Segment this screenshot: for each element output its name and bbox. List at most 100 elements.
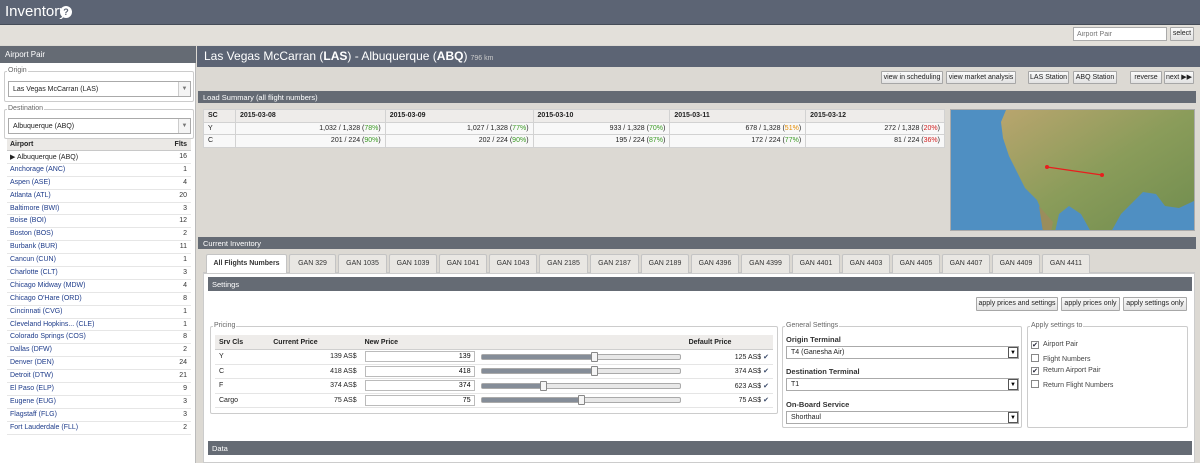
tab-flight[interactable]: GAN 4405 <box>892 254 940 273</box>
next-button[interactable]: next ▶▶ <box>1164 71 1194 84</box>
airport-table: Airport Flts ▶ Albuquerque (ABQ) 16 Anchor… <box>7 139 191 435</box>
airport-column-header: Airport <box>10 141 34 148</box>
airport-row[interactable]: Anchorage (ANC) 1 <box>7 164 191 177</box>
apply-to-option[interactable]: ✔ Airport Pair <box>1031 341 1078 349</box>
price-slider-handle[interactable] <box>539 380 547 391</box>
airport-row[interactable]: Charlotte (CLT) 3 <box>7 267 191 280</box>
airport-name: Colorado Springs (COS) <box>10 333 86 341</box>
airport-row[interactable]: Cancun (CUN) 1 <box>7 254 191 268</box>
apply-settings-only-button[interactable]: apply settings only <box>1123 297 1187 311</box>
airport-row[interactable]: Atlanta (ATL) 20 <box>7 190 191 203</box>
tab-flight[interactable]: GAN 329 <box>289 254 336 273</box>
price-slider-handle[interactable] <box>591 351 599 362</box>
airport-row[interactable]: Baltimore (BWI) 3 <box>7 203 191 216</box>
apply-to-checkbox[interactable]: ✔ <box>1031 367 1039 375</box>
price-slider[interactable] <box>480 395 681 406</box>
apply-to-option[interactable]: Flight Numbers <box>1031 354 1090 363</box>
abq-station-button[interactable]: ABQ Station <box>1073 71 1117 84</box>
new-price-input[interactable] <box>364 394 475 406</box>
onboard-service-select[interactable]: Shorthaul ▼ <box>786 411 1019 424</box>
checkmark-icon[interactable]: ✔ <box>761 397 769 404</box>
price-slider-handle[interactable] <box>591 366 599 377</box>
toolbar <box>0 25 1200 45</box>
tab-flight[interactable]: GAN 1039 <box>389 254 437 273</box>
destination-select[interactable]: Albuquerque (ABQ) ▼ <box>8 118 191 134</box>
apply-to-checkbox[interactable]: ✔ <box>1031 341 1039 349</box>
pricing-legend: Pricing <box>213 322 237 329</box>
airport-row[interactable]: Denver (DEN) 24 <box>7 357 191 371</box>
tab-flight[interactable]: GAN 4407 <box>942 254 990 273</box>
apply-prices-and-settings-button[interactable]: apply prices and settings <box>976 297 1058 311</box>
apply-to-checkbox[interactable] <box>1031 380 1039 388</box>
load-close-paren: ) <box>663 137 666 145</box>
airport-row[interactable]: Detroit (DTW) 21 <box>7 370 191 384</box>
tab-all-flight-numbers[interactable]: All Flights Numbers <box>206 254 287 274</box>
airport-row[interactable]: Cleveland Hopkins... (CLE) 1 <box>7 319 191 332</box>
airport-row[interactable]: Colorado Springs (COS) 8 <box>7 331 191 345</box>
airport-row[interactable]: Burbank (BUR) 11 <box>7 241 191 255</box>
origin-terminal-select[interactable]: T4 (Ganesha Air) ▼ <box>786 346 1019 359</box>
reverse-button[interactable]: reverse <box>1130 71 1162 84</box>
select-button[interactable]: select <box>1170 27 1194 41</box>
load-close-paren: ) <box>526 137 529 145</box>
airport-row[interactable]: Chicago O'Hare (ORD) 8 <box>7 293 191 306</box>
apply-to-option[interactable]: Return Flight Numbers <box>1031 380 1113 389</box>
load-value: 172 / 224 ( <box>751 137 785 145</box>
airport-row[interactable]: Flagstaff (FLG) 3 <box>7 409 191 422</box>
tab-flight[interactable]: GAN 2185 <box>539 254 588 273</box>
tab-flight[interactable]: GAN 1043 <box>489 254 537 273</box>
airport-name: Eugene (EUG) <box>10 397 56 405</box>
airport-row[interactable]: Boise (BOI) 12 <box>7 215 191 229</box>
airport-row[interactable]: Aspen (ASE) 4 <box>7 177 191 190</box>
view-market-analysis-button[interactable]: view market analysis <box>946 71 1016 84</box>
new-price-input[interactable] <box>364 365 475 377</box>
tab-flight[interactable]: GAN 4403 <box>842 254 890 273</box>
las-station-button[interactable]: LAS Station <box>1028 71 1069 84</box>
route-title-dest-code: ABQ <box>436 49 464 63</box>
route-map[interactable] <box>950 109 1195 231</box>
airport-row[interactable]: Boston (BOS) 2 <box>7 228 191 242</box>
airport-flight-count: 3 <box>183 410 187 418</box>
airport-row[interactable]: Cincinnati (CVG) 1 <box>7 306 191 319</box>
load-percentage: 20% <box>923 124 938 132</box>
tab-flight[interactable]: GAN 4401 <box>792 254 840 273</box>
new-price-input[interactable] <box>364 380 475 392</box>
tab-flight[interactable]: GAN 2187 <box>590 254 639 273</box>
route-title-dest-name: ) - Albuquerque ( <box>347 49 437 63</box>
view-scheduling-button[interactable]: view in scheduling <box>881 71 943 84</box>
airport-row[interactable]: Dallas (DFW) 2 <box>7 344 191 358</box>
destination-terminal-select[interactable]: T1 ▼ <box>786 378 1019 391</box>
airport-row[interactable]: ▶ Albuquerque (ABQ) 16 <box>7 151 191 164</box>
airport-row[interactable]: Fort Lauderdale (FLL) 2 <box>7 422 191 435</box>
airport-row[interactable]: El Paso (ELP) 9 <box>7 383 191 396</box>
airport-row[interactable]: Chicago Midway (MDW) 4 <box>7 280 191 293</box>
apply-prices-only-button[interactable]: apply prices only <box>1061 297 1120 311</box>
airport-row[interactable]: Eugene (EUG) 3 <box>7 396 191 409</box>
help-icon[interactable]: ? <box>60 6 72 18</box>
tab-flight[interactable]: GAN 1035 <box>338 254 387 273</box>
origin-select[interactable]: Las Vegas McCarran (LAS) ▼ <box>8 81 191 97</box>
checkmark-icon[interactable]: ✔ <box>761 383 769 390</box>
checkmark-icon[interactable]: ✔ <box>761 354 769 361</box>
tab-flight[interactable]: GAN 4399 <box>741 254 790 273</box>
new-price-input[interactable] <box>364 351 475 363</box>
tab-flight[interactable]: GAN 2189 <box>641 254 689 273</box>
price-slider[interactable] <box>480 351 681 362</box>
data-header: Data <box>208 441 1192 455</box>
apply-to-checkbox[interactable] <box>1031 354 1039 362</box>
onboard-service-value: Shorthaul <box>791 414 821 421</box>
price-slider-handle[interactable] <box>577 395 585 406</box>
airport-pair-search-input[interactable] <box>1073 27 1167 41</box>
tab-flight[interactable]: GAN 4396 <box>691 254 739 273</box>
load-value: 195 / 224 ( <box>615 137 649 145</box>
tab-flight[interactable]: GAN 4411 <box>1042 254 1090 273</box>
service-class: Y <box>215 349 270 365</box>
tab-flight[interactable]: GAN 4409 <box>992 254 1040 273</box>
load-cell: 202 / 224 (90%) <box>384 134 534 148</box>
checkmark-icon[interactable]: ✔ <box>761 368 769 375</box>
apply-to-option[interactable]: ✔ Return Airport Pair <box>1031 367 1101 375</box>
pricing-row: Cargo75 AS$75 AS$ ✔ <box>215 393 773 408</box>
price-slider[interactable] <box>480 366 681 377</box>
tab-flight[interactable]: GAN 1041 <box>439 254 487 273</box>
price-slider[interactable] <box>480 380 681 391</box>
